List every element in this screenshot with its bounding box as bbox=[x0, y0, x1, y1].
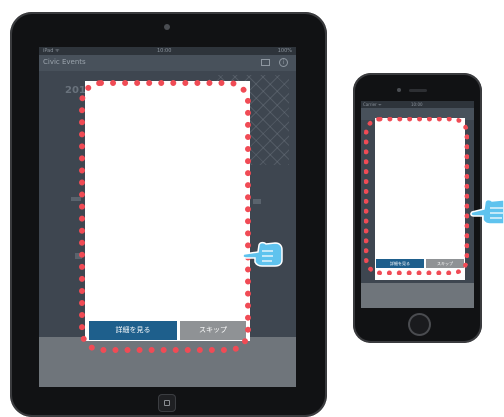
phone-speaker bbox=[409, 89, 427, 92]
tablet-status-bar: iPad ᯤ 10:00 100% bbox=[39, 47, 296, 55]
phone-background-footer bbox=[361, 283, 474, 308]
phone-popup-highlight bbox=[364, 117, 469, 275]
mail-icon[interactable] bbox=[261, 59, 270, 66]
tablet-camera bbox=[164, 24, 170, 30]
tablet-battery: 100% bbox=[277, 48, 292, 54]
tablet-app-title: Civic Events bbox=[43, 58, 86, 66]
home-button-icon bbox=[164, 400, 170, 406]
tablet-popup-highlight bbox=[79, 80, 251, 353]
tablet-clock: 10:00 bbox=[157, 48, 172, 54]
phone-camera bbox=[397, 88, 401, 92]
tablet-navigation-bar: Civic Events i bbox=[39, 55, 296, 71]
phone-home-button[interactable] bbox=[408, 313, 431, 336]
tablet-carrier: iPad ᯤ bbox=[43, 48, 60, 54]
tablet-background-mark bbox=[253, 199, 261, 204]
pointing-hand-icon bbox=[242, 241, 283, 267]
phone-clock: 10:00 bbox=[411, 102, 423, 107]
pointing-hand-icon bbox=[470, 198, 504, 225]
phone-status-bar: Carrier ᯤ 10:00 bbox=[361, 101, 474, 108]
phone-carrier: Carrier ᯤ bbox=[363, 102, 382, 107]
info-icon[interactable]: i bbox=[279, 58, 288, 67]
